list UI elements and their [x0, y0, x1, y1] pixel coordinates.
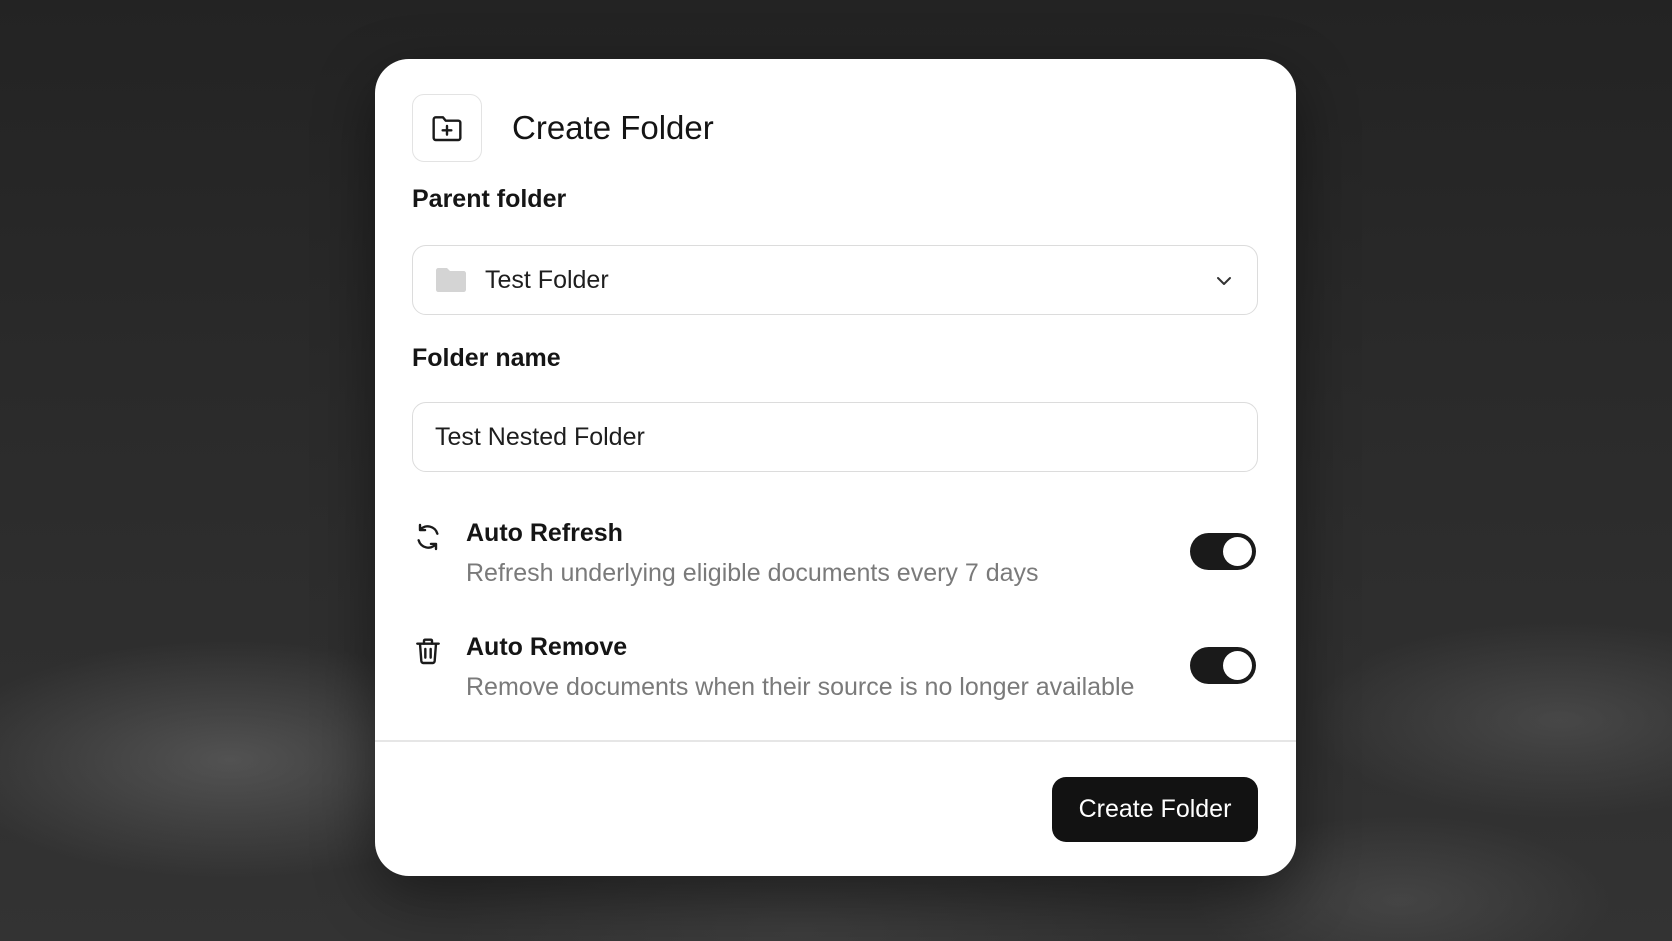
toggle-knob [1223, 651, 1252, 680]
auto-remove-toggle[interactable] [1190, 647, 1256, 684]
auto-refresh-toggle[interactable] [1190, 533, 1256, 570]
folder-name-label: Folder name [412, 344, 561, 372]
folder-plus-icon [412, 94, 482, 162]
refresh-icon [412, 521, 444, 558]
auto-refresh-option: Auto Refresh Refresh underlying eligible… [412, 519, 1258, 599]
dialog-header: Create Folder [412, 94, 714, 162]
trash-icon [412, 635, 444, 672]
parent-folder-select[interactable]: Test Folder [412, 245, 1258, 315]
auto-refresh-title: Auto Refresh [466, 519, 623, 547]
create-folder-button[interactable]: Create Folder [1052, 777, 1258, 842]
footer-divider [375, 740, 1296, 742]
parent-folder-value: Test Folder [485, 265, 609, 294]
parent-folder-label: Parent folder [412, 185, 567, 213]
folder-name-input[interactable] [412, 402, 1258, 472]
auto-remove-option: Auto Remove Remove documents when their … [412, 633, 1258, 713]
folder-icon [434, 266, 468, 294]
chevron-down-icon [1213, 270, 1235, 297]
auto-remove-title: Auto Remove [466, 633, 628, 661]
create-folder-dialog: Create Folder Parent folder Test Folder … [375, 59, 1296, 876]
toggle-knob [1223, 537, 1252, 566]
auto-remove-description: Remove documents when their source is no… [466, 673, 1135, 701]
dialog-title: Create Folder [512, 109, 714, 146]
auto-refresh-description: Refresh underlying eligible documents ev… [466, 559, 1039, 587]
